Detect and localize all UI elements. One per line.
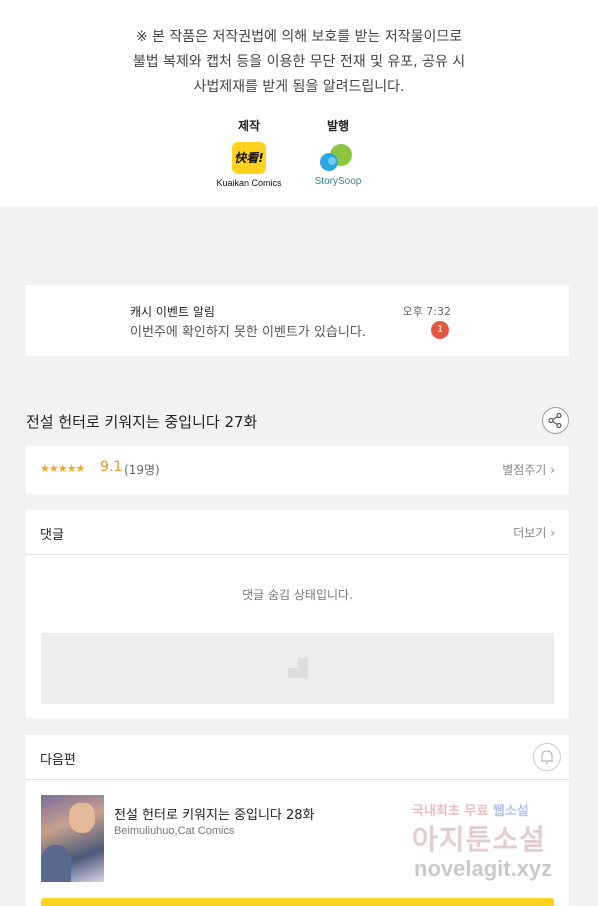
notification-time: 오후 7:32	[402, 305, 451, 318]
image-placeholder-icon	[288, 658, 308, 678]
rate-button[interactable]: 별점주기 ›	[502, 461, 555, 478]
rating-count: (19명)	[124, 463, 160, 477]
rate-button-label: 별점주기	[502, 463, 547, 477]
share-icon	[548, 412, 562, 429]
next-episode-thumbnail[interactable]	[41, 795, 104, 882]
bell-icon	[541, 750, 553, 765]
comments-more-button[interactable]: 더보기 ›	[513, 524, 555, 541]
cash-event-notification[interactable]: 캐시 이벤트 알림 이번주에 확인하지 못한 이벤트가 있습니다. 오후 7:3…	[26, 285, 569, 356]
producer-block: 제작 快看! Kuaikan Comics	[209, 117, 289, 188]
next-episode-section-title: 다음편	[40, 753, 76, 768]
chevron-right-icon: ›	[550, 526, 555, 540]
notification-badge: 1	[431, 321, 449, 339]
divider	[26, 779, 569, 780]
publisher-name: StorySoop	[314, 176, 362, 187]
publisher-role: 발행	[326, 119, 350, 133]
comments-section: 댓글 더보기 › 댓글 숨김 상태입니다.	[26, 510, 569, 718]
copyright-notice: ※ 본 작품은 저작권법에 의해 보호를 받는 저작물이므로 불법 복제와 캡처…	[0, 0, 598, 206]
partner-logos: 제작 快看! Kuaikan Comics 발행 StorySoop	[0, 117, 598, 197]
notice-line-3: 사법제재를 받게 됨을 알려드립니다.	[193, 79, 405, 95]
comments-more-label: 더보기	[513, 526, 547, 540]
notification-body: 이번주에 확인하지 못한 이벤트가 있습니다.	[130, 325, 366, 340]
comments-hidden-message: 댓글 숨김 상태입니다.	[242, 588, 353, 602]
notice-line-1: ※ 본 작품은 저작권법에 의해 보호를 받는 저작물이므로	[135, 29, 463, 45]
next-episode-title[interactable]: 전설 헌터로 키워지는 중입니다 28화	[114, 804, 315, 823]
copyright-text: ※ 본 작품은 저작권법에 의해 보호를 받는 저작물이므로 불법 복제와 캡처…	[0, 0, 598, 100]
publisher-block: 발행 StorySoop	[298, 117, 378, 187]
share-button[interactable]	[542, 407, 569, 434]
producer-name: Kuaikan Comics	[216, 178, 282, 188]
episode-title: 전설 헌터로 키워지는 중입니다 27화	[26, 413, 258, 431]
next-episode-button[interactable]	[41, 898, 554, 906]
divider	[26, 554, 569, 555]
star-rating-icon: ★★★★★	[40, 462, 85, 475]
notification-title: 캐시 이벤트 알림	[130, 305, 215, 319]
storysoop-logo-icon	[313, 142, 363, 174]
ad-placeholder[interactable]	[41, 633, 554, 704]
rating-score: 9.1	[100, 459, 123, 475]
comments-title: 댓글	[40, 528, 64, 543]
chevron-right-icon: ›	[550, 463, 555, 477]
next-episode-section: 다음편 전설 헌터로 키워지는 중입니다 28화 Beimuliuhuo,Cat…	[26, 735, 569, 906]
kuaikan-logo-icon: 快看!	[232, 142, 266, 174]
rating-card: ★★★★★ 9.1 (19명) 별점주기 ›	[26, 446, 569, 494]
notification-bell-button[interactable]	[533, 743, 561, 771]
notice-line-2: 불법 복제와 캡처 등을 이용한 무단 전재 및 유포, 공유 시	[132, 54, 466, 70]
producer-role: 제작	[237, 119, 261, 133]
next-episode-author: Beimuliuhuo,Cat Comics	[114, 825, 235, 837]
